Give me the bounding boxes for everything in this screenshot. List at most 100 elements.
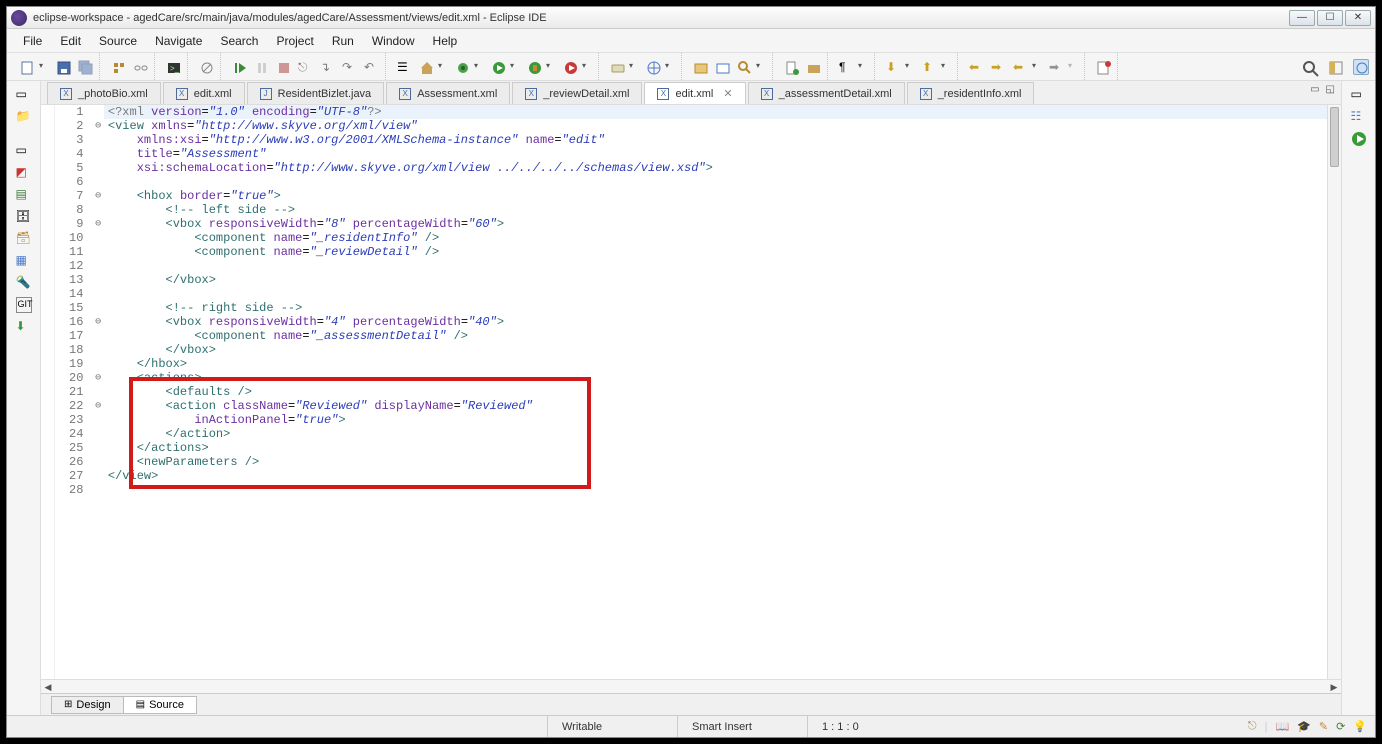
launch-icon[interactable]: ⎋	[1248, 720, 1257, 733]
code-line[interactable]: xmlns:xsi="http://www.w3.org/2001/XMLSch…	[104, 133, 1327, 147]
code-line[interactable]: <vbox responsiveWidth="4" percentageWidt…	[104, 315, 1327, 329]
java-ee-perspective-icon[interactable]	[1353, 59, 1369, 75]
code-line[interactable]: </view>	[104, 469, 1327, 483]
code-line[interactable]: <component name="_residentInfo" />	[104, 231, 1327, 245]
data-source-icon[interactable]: 🗃	[16, 231, 32, 247]
code-line[interactable]: <component name="_assessmentDetail" />	[104, 329, 1327, 343]
fwd-icon[interactable]: ➡	[990, 59, 1006, 75]
skip-icon[interactable]	[198, 59, 214, 75]
editor-tab[interactable]: X_residentInfo.xml	[907, 82, 1035, 104]
code-line[interactable]: <component name="_reviewDetail" />	[104, 245, 1327, 259]
close-button[interactable]: ✕	[1345, 10, 1371, 26]
code-line[interactable]: </actions>	[104, 441, 1327, 455]
link-editor-icon[interactable]	[132, 59, 148, 75]
nav-fwd-icon[interactable]: ➡	[1048, 59, 1064, 75]
step-over-icon[interactable]: ↷	[341, 59, 357, 75]
bottom-tab-source[interactable]: ▤Source	[123, 696, 197, 714]
new-server-icon[interactable]	[609, 59, 625, 75]
bottom-tab-design[interactable]: ⊞Design	[51, 696, 124, 714]
snippets-icon[interactable]: ▦	[16, 253, 32, 269]
menu-project[interactable]: Project	[268, 32, 321, 50]
new-icon[interactable]	[19, 59, 35, 75]
editor-tab[interactable]: JResidentBizlet.java	[247, 82, 385, 104]
nav-back-icon[interactable]: ⬅	[1012, 59, 1028, 75]
open-task-icon[interactable]	[714, 59, 730, 75]
terminal-icon[interactable]: >_	[165, 59, 181, 75]
code-line[interactable]: </vbox>	[104, 343, 1327, 357]
code-line[interactable]: <newParameters />	[104, 455, 1327, 469]
fold-toggle[interactable]: ⊖	[92, 217, 104, 231]
new-java-icon[interactable]	[783, 59, 799, 75]
code-line[interactable]: </vbox>	[104, 273, 1327, 287]
code-line[interactable]: </action>	[104, 427, 1327, 441]
find-icon[interactable]	[1301, 59, 1317, 75]
editor-tab[interactable]: X_reviewDetail.xml	[512, 82, 642, 104]
menu-navigate[interactable]: Navigate	[147, 32, 210, 50]
restore2-icon[interactable]: ▭	[16, 143, 32, 159]
tip-icon[interactable]: 🎓	[1297, 720, 1311, 733]
terminate-icon[interactable]	[275, 59, 291, 75]
tab-restore-icon[interactable]: ▭	[1310, 84, 1319, 95]
code-scroll[interactable]: 1<?xml version="1.0" encoding="UTF-8"?>2…	[55, 105, 1327, 679]
code-line[interactable]: <!-- right side -->	[104, 301, 1327, 315]
save-icon[interactable]	[55, 59, 71, 75]
code-line[interactable]: <action className="Reviewed" displayName…	[104, 399, 1327, 413]
coverage-icon[interactable]	[526, 59, 542, 75]
back-icon[interactable]: ⬅	[968, 59, 984, 75]
book-icon[interactable]: 📖	[1275, 720, 1289, 733]
scroll-left-icon[interactable]: ◀	[41, 680, 55, 694]
search-icon[interactable]	[736, 59, 752, 75]
maximize-button[interactable]: ☐	[1317, 10, 1343, 26]
code-line[interactable]: <vbox responsiveWidth="8" percentageWidt…	[104, 217, 1327, 231]
code-line[interactable]	[104, 483, 1327, 497]
sync-icon[interactable]: ⟳	[1336, 720, 1345, 733]
prev-annotation-icon[interactable]: ⬆	[921, 59, 937, 75]
open-perspective-icon[interactable]	[1327, 59, 1343, 75]
project-explorer-icon[interactable]: 📁	[16, 109, 32, 125]
run-green-icon[interactable]	[1351, 131, 1367, 147]
editor-tab[interactable]: Xedit.xml	[163, 82, 245, 104]
minimize-button[interactable]: —	[1289, 10, 1315, 26]
open-type-icon[interactable]	[692, 59, 708, 75]
fold-toggle[interactable]: ⊖	[92, 371, 104, 385]
close-tab-icon[interactable]: ✕	[723, 87, 732, 100]
horizontal-scrollbar[interactable]: ◀ ▶	[41, 679, 1341, 693]
menu-file[interactable]: File	[15, 32, 50, 50]
servers-icon[interactable]: 🗄	[16, 209, 32, 225]
toggle-breadcrumb-icon[interactable]	[110, 59, 126, 75]
outline-icon[interactable]: ☷	[1351, 109, 1367, 125]
code-line[interactable]: </hbox>	[104, 357, 1327, 371]
debug-icon[interactable]	[454, 59, 470, 75]
code-line[interactable]: <?xml version="1.0" encoding="UTF-8"?>	[104, 105, 1327, 119]
git-icon[interactable]: GIT	[16, 297, 32, 313]
code-line[interactable]	[104, 287, 1327, 301]
editor-tab[interactable]: X_assessmentDetail.xml	[748, 82, 905, 104]
code-line[interactable]: title="Assessment"	[104, 147, 1327, 161]
vertical-scrollbar[interactable]	[1327, 105, 1341, 679]
download-icon[interactable]: ⬇	[16, 319, 32, 335]
code-line[interactable]: <!-- left side -->	[104, 203, 1327, 217]
menu-search[interactable]: Search	[212, 32, 266, 50]
save-all-icon[interactable]	[77, 59, 93, 75]
build-icon[interactable]	[418, 59, 434, 75]
code-line[interactable]: <defaults />	[104, 385, 1327, 399]
run-last-icon[interactable]	[562, 59, 578, 75]
menu-source[interactable]: Source	[91, 32, 145, 50]
new-package-icon[interactable]	[805, 59, 821, 75]
bulb-icon[interactable]: 💡	[1353, 720, 1367, 733]
disconnect-icon[interactable]: ⎋	[297, 59, 313, 75]
editor-tab[interactable]: Xedit.xml✕	[644, 82, 745, 104]
fold-toggle[interactable]: ⊖	[92, 189, 104, 203]
code-line[interactable]: inActionPanel="true">	[104, 413, 1327, 427]
code-line[interactable]	[104, 259, 1327, 273]
restore-right-icon[interactable]: ▭	[1351, 87, 1367, 103]
show-whitespace-icon[interactable]: ¶	[838, 59, 854, 75]
step-return-icon[interactable]: ↶	[363, 59, 379, 75]
editor-tab[interactable]: XAssessment.xml	[386, 82, 510, 104]
editor-tab[interactable]: X_photoBio.xml	[47, 82, 161, 104]
code-line[interactable]: <hbox border="true">	[104, 189, 1327, 203]
new-web-icon[interactable]	[645, 59, 661, 75]
restore-icon[interactable]: ▭	[16, 87, 32, 103]
fold-toggle[interactable]: ⊖	[92, 315, 104, 329]
menu-run[interactable]: Run	[324, 32, 362, 50]
